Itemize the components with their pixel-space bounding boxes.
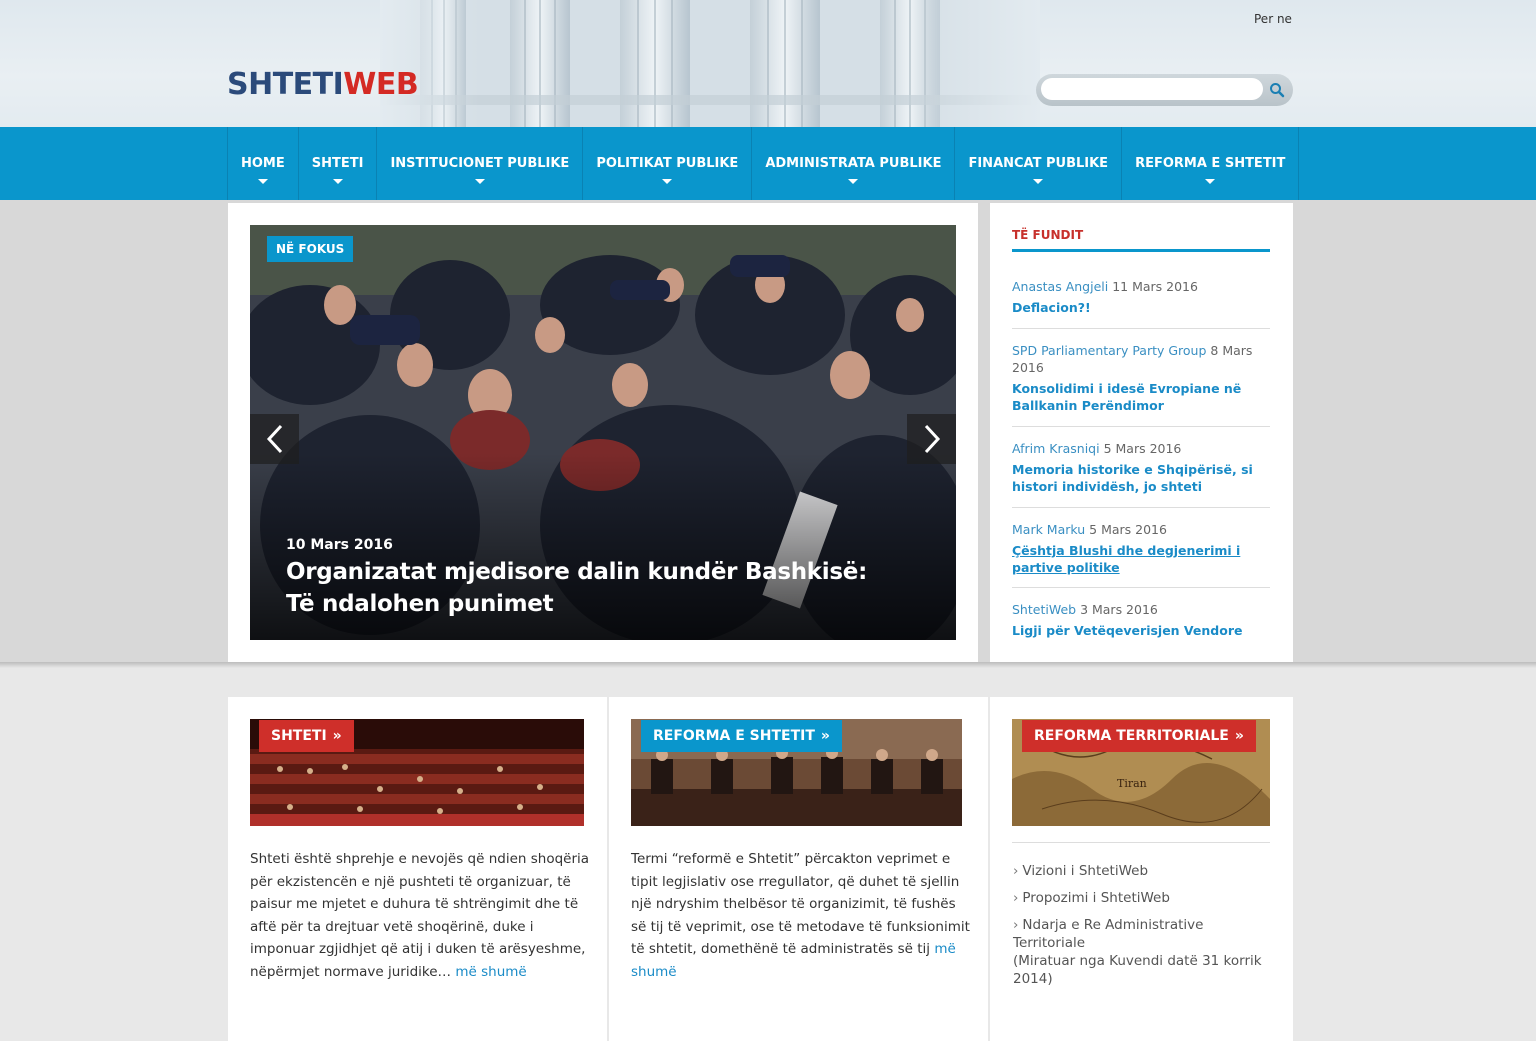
- latest-date: 3 Mars 2016: [1080, 602, 1158, 617]
- slider-prev-button[interactable]: [250, 414, 299, 464]
- divider: [1012, 328, 1270, 329]
- chevron-right-icon: ›: [1013, 917, 1019, 933]
- latest-item: Afrim Krasniqi 5 Mars 2016 Memoria histo…: [1012, 440, 1272, 495]
- tag-label: REFORMA E SHTETIT: [653, 728, 815, 744]
- site-header: SHTETIWEB Per ne: [0, 0, 1536, 127]
- latest-heading: TË FUNDIT: [1012, 228, 1270, 252]
- latest-item: ShtetiWeb 3 Mars 2016 Ligji për Vetëqeve…: [1012, 601, 1272, 639]
- chevron-right-icon: ›: [1013, 863, 1019, 879]
- slide-title[interactable]: Organizatat mjedisore dalin kundër Bashk…: [286, 556, 886, 620]
- search-input[interactable]: [1041, 78, 1263, 100]
- link-label: Ndarja e Re Administrative Territoriale: [1013, 917, 1204, 951]
- caret-down-icon: [1033, 179, 1044, 184]
- caret-down-icon: [257, 179, 268, 184]
- focus-tag: NË FOKUS: [267, 236, 354, 262]
- latest-author[interactable]: SPD Parliamentary Party Group: [1012, 343, 1206, 358]
- section-tag-shteti[interactable]: SHTETI »: [259, 720, 354, 752]
- nav-item-label: SHTETI: [311, 156, 364, 171]
- nav-item-reforma[interactable]: REFORMA E SHTETIT: [1121, 127, 1300, 200]
- tag-label: REFORMA TERRITORIALE: [1034, 728, 1229, 744]
- latest-panel: [990, 203, 1293, 662]
- link-label: Vizioni i ShtetiWeb: [1022, 863, 1149, 879]
- latest-item: SPD Parliamentary Party Group 8 Mars 201…: [1012, 342, 1272, 414]
- latest-author[interactable]: Anastas Angjeli: [1012, 279, 1108, 294]
- chevron-left-icon: [266, 424, 282, 454]
- section-text: Shteti është shprehje e nevojës që ndien…: [250, 851, 590, 980]
- double-chevron-icon: »: [332, 728, 342, 744]
- latest-author[interactable]: ShtetiWeb: [1012, 602, 1076, 617]
- search-box: [1036, 74, 1293, 106]
- nav-item-institucionet[interactable]: INSTITUCIONET PUBLIKE: [376, 127, 582, 200]
- search-icon[interactable]: [1269, 82, 1285, 98]
- slide-date: 10 Mars 2016: [286, 537, 393, 553]
- nav-item-shteti[interactable]: SHTETI: [297, 127, 377, 200]
- latest-title[interactable]: Deflacion?!: [1012, 299, 1272, 316]
- logo-part-1: SHTETI: [227, 67, 344, 102]
- section-text-reforma: Termi “reformë e Shtetit” përcakton vepr…: [631, 848, 971, 983]
- territorial-link[interactable]: › Propozimi i ShtetiWeb: [1013, 889, 1271, 907]
- divider: [1012, 426, 1270, 427]
- latest-title[interactable]: Memoria historike e Shqipërisë, si histo…: [1012, 461, 1272, 495]
- divider: [1012, 842, 1270, 843]
- caret-down-icon: [332, 179, 343, 184]
- divider: [1012, 587, 1270, 588]
- latest-date: 5 Mars 2016: [1089, 522, 1167, 537]
- caret-down-icon: [848, 179, 859, 184]
- about-link[interactable]: Per ne: [1254, 12, 1292, 26]
- double-chevron-icon: »: [1234, 728, 1244, 744]
- nav-item-label: POLITIKAT PUBLIKE: [596, 156, 739, 171]
- nav-item-label: INSTITUCIONET PUBLIKE: [390, 156, 570, 171]
- section-tag-reforma[interactable]: REFORMA E SHTETIT »: [641, 720, 842, 752]
- divider: [1012, 507, 1270, 508]
- territorial-link[interactable]: › Ndarja e Re Administrative Territoriale…: [1013, 916, 1271, 988]
- latest-title[interactable]: Çështja Blushi dhe degjenerimi i partive…: [1012, 542, 1272, 576]
- chevron-right-icon: [924, 424, 940, 454]
- tag-label: SHTETI: [271, 728, 327, 744]
- nav-item-label: ADMINISTRATA PUBLIKE: [765, 156, 942, 171]
- latest-author[interactable]: Mark Marku: [1012, 522, 1085, 537]
- nav-item-home[interactable]: HOME: [227, 127, 298, 200]
- latest-title[interactable]: Ligji për Vetëqeverisjen Vendore: [1012, 622, 1272, 639]
- nav-item-label: HOME: [241, 156, 285, 171]
- latest-date: 5 Mars 2016: [1103, 441, 1182, 456]
- section-text: Termi “reformë e Shtetit” përcakton vepr…: [631, 851, 970, 957]
- nav-item-administrata[interactable]: ADMINISTRATA PUBLIKE: [751, 127, 954, 200]
- link-label: Propozimi i ShtetiWeb: [1022, 890, 1170, 906]
- caret-down-icon: [662, 179, 673, 184]
- caret-down-icon: [1205, 179, 1216, 184]
- nav-item-financat[interactable]: FINANCAT PUBLIKE: [954, 127, 1121, 200]
- chevron-right-icon: ›: [1013, 890, 1019, 906]
- read-more-link[interactable]: më shumë: [455, 964, 526, 980]
- latest-author[interactable]: Afrim Krasniqi: [1012, 441, 1100, 456]
- latest-date: 11 Mars 2016: [1112, 279, 1198, 294]
- caret-down-icon: [474, 179, 485, 184]
- double-chevron-icon: »: [820, 728, 830, 744]
- band-shadow: [0, 662, 1536, 668]
- territorial-links: › Vizioni i ShtetiWeb › Propozimi i Shteti…: [1013, 862, 1271, 997]
- nav-item-label: FINANCAT PUBLIKE: [968, 156, 1109, 171]
- columns-background-image: [380, 0, 1040, 127]
- section-tag-territoriale[interactable]: REFORMA TERRITORIALE »: [1022, 720, 1256, 752]
- map-label: Tiran: [1117, 777, 1147, 790]
- latest-title[interactable]: Konsolidimi i idesë Evropiane në Ballkan…: [1012, 380, 1272, 414]
- territorial-link[interactable]: › Vizioni i ShtetiWeb: [1013, 862, 1271, 880]
- latest-item: Anastas Angjeli 11 Mars 2016 Deflacion?!: [1012, 278, 1272, 316]
- main-navigation: HOME SHTETI INSTITUCIONET PUBLIKE POLITI…: [0, 127, 1536, 200]
- site-logo[interactable]: SHTETIWEB: [227, 67, 419, 102]
- slider-next-button[interactable]: [907, 414, 956, 464]
- latest-item: Mark Marku 5 Mars 2016 Çështja Blushi dh…: [1012, 521, 1272, 576]
- section-text-shteti: Shteti është shprehje e nevojës që ndien…: [250, 848, 590, 983]
- logo-part-2: WEB: [343, 67, 419, 102]
- link-note: (Miratuar nga Kuvendi datë 31 korrik 201…: [1013, 953, 1262, 987]
- nav-item-label: REFORMA E SHTETIT: [1135, 156, 1286, 171]
- nav-item-politikat[interactable]: POLITIKAT PUBLIKE: [582, 127, 751, 200]
